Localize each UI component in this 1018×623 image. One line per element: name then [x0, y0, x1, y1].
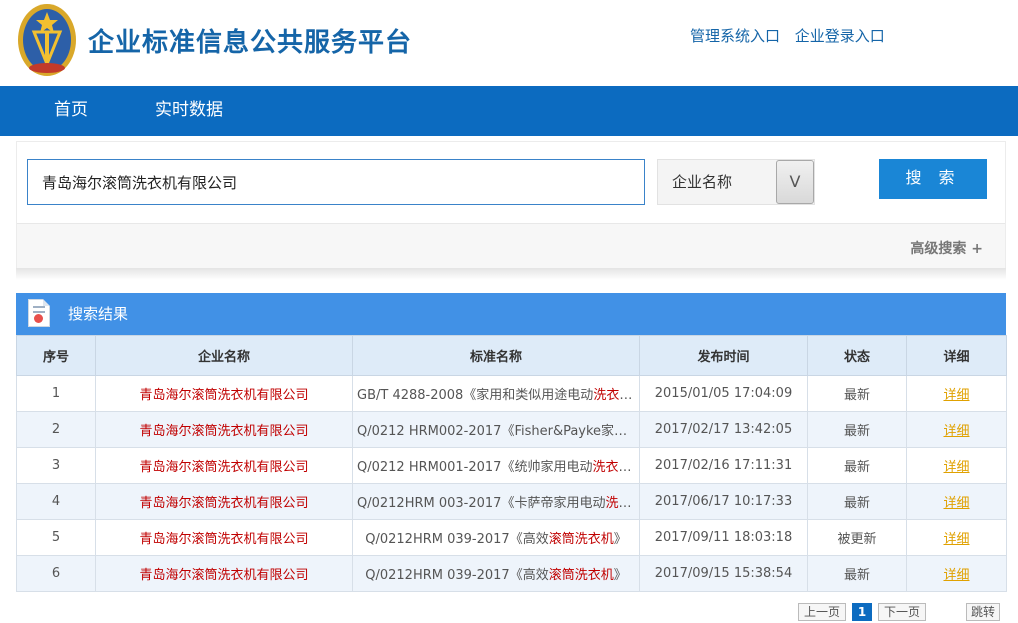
standard-name-highlight: 洗衣机: [593, 388, 633, 403]
standard-name-suffix: 》: [631, 460, 638, 475]
site-title: 企业标准信息公共服务平台: [88, 28, 413, 58]
search-bar: 企业名称 V 搜 索: [17, 142, 1005, 224]
row-publish-time: 2017/02/16 17:11:31: [639, 447, 808, 484]
site-header: 企业标准信息公共服务平台 管理系统入口 企业登录入口: [0, 0, 1018, 86]
search-input[interactable]: [27, 159, 645, 205]
detail-link[interactable]: 详细: [943, 460, 969, 475]
search-field-select[interactable]: 企业名称 V: [657, 159, 815, 205]
row-standard: Q/0212 HRM001-2017《统帅家用电动洗衣机》: [352, 447, 640, 484]
row-index: 2: [16, 411, 96, 448]
row-status: 被更新: [807, 519, 907, 556]
row-detail-cell: 详细: [906, 555, 1007, 592]
search-button[interactable]: 搜 索: [879, 159, 987, 199]
standard-name-highlight: 洗衣机: [592, 460, 632, 475]
table-row: 2 青岛海尔滚筒洗衣机有限公司 Q/0212 HRM002-2017《Fisher&…: [16, 411, 1007, 448]
table-row: 4 青岛海尔滚筒洗衣机有限公司 Q/0212HRM 003-2017《卡萨帝家用电动…: [16, 483, 1007, 520]
row-publish-time: 2017/06/17 10:17:33: [639, 483, 808, 520]
row-publish-time: 2017/09/11 18:03:18: [639, 519, 808, 556]
results-title: 搜索结果: [68, 305, 129, 323]
search-field-value: 企业名称: [672, 173, 733, 191]
document-icon: [28, 299, 50, 327]
row-status: 最新: [807, 447, 907, 484]
row-index: 6: [16, 555, 96, 592]
results-body: 1 青岛海尔滚筒洗衣机有限公司 GB/T 4288-2008《家用和类似用途电动洗衣…: [16, 375, 1007, 592]
standard-name-text: Q/0212HRM 039-2017《高效: [365, 568, 549, 583]
detail-link[interactable]: 详细: [943, 532, 969, 547]
nav-item-realtime-data[interactable]: 实时数据: [155, 86, 223, 136]
results-table: 序号 企业名称 标准名称 发布时间 状态 详细 1 青岛海尔滚筒洗衣机有限公司 GB…: [16, 335, 1007, 592]
row-company: 青岛海尔滚筒洗衣机有限公司: [95, 519, 353, 556]
column-header-status: 状态: [807, 335, 907, 376]
row-publish-time: 2017/09/15 15:38:54: [639, 555, 808, 592]
detail-link[interactable]: 详细: [943, 388, 969, 403]
table-row: 5 青岛海尔滚筒洗衣机有限公司 Q/0212HRM 039-2017《高效滚筒洗衣机…: [16, 519, 1007, 556]
column-header-standard: 标准名称: [352, 335, 640, 376]
row-index: 3: [16, 447, 96, 484]
row-company: 青岛海尔滚筒洗衣机有限公司: [95, 555, 353, 592]
standard-name-suffix: 》: [613, 568, 627, 583]
search-panel: 企业名称 V 搜 索 高级搜索 +: [16, 141, 1006, 269]
column-header-publish-time: 发布时间: [639, 335, 808, 376]
column-header-company: 企业名称: [95, 335, 353, 376]
standard-name-text: Q/0212 HRM002-2017《Fisher&Payke家用电动: [357, 424, 640, 439]
standard-name-suffix: 》: [632, 388, 638, 403]
row-standard: Q/0212 HRM002-2017《Fisher&Payke家用电动洗…: [352, 411, 640, 448]
main-nav: 首页 实时数据: [0, 86, 1018, 136]
standard-name-text: GB/T 4288-2008《家用和类似用途电动: [357, 388, 594, 403]
top-links: 管理系统入口 企业登录入口: [690, 25, 895, 46]
row-standard: Q/0212HRM 003-2017《卡萨帝家用电动洗衣机》: [352, 483, 640, 520]
row-detail-cell: 详细: [906, 375, 1007, 412]
standard-name-text: Q/0212HRM 003-2017《卡萨帝家用电动: [357, 496, 606, 511]
row-publish-time: 2015/01/05 17:04:09: [639, 375, 808, 412]
column-header-detail: 详细: [906, 335, 1007, 376]
standard-name-text: Q/0212 HRM001-2017《统帅家用电动: [357, 460, 593, 475]
table-header-row: 序号 企业名称 标准名称 发布时间 状态 详细: [16, 335, 1007, 376]
row-status: 最新: [807, 375, 907, 412]
row-status: 最新: [807, 411, 907, 448]
prev-page-button[interactable]: 上一页: [798, 603, 846, 621]
column-header-index: 序号: [16, 335, 96, 376]
standard-name-highlight: 洗衣机: [605, 496, 638, 511]
enterprise-login-link[interactable]: 企业登录入口: [795, 27, 885, 45]
chevron-down-icon[interactable]: V: [776, 160, 814, 204]
row-company: 青岛海尔滚筒洗衣机有限公司: [95, 447, 353, 484]
row-company: 青岛海尔滚筒洗衣机有限公司: [95, 375, 353, 412]
row-status: 最新: [807, 483, 907, 520]
detail-link[interactable]: 详细: [943, 424, 969, 439]
page-number-current[interactable]: 1: [852, 603, 872, 621]
row-detail-cell: 详细: [906, 447, 1007, 484]
row-detail-cell: 详细: [906, 411, 1007, 448]
standard-name-text: Q/0212HRM 039-2017《高效: [365, 532, 549, 547]
jump-page-button[interactable]: 跳转: [966, 603, 1000, 621]
row-publish-time: 2017/02/17 13:42:05: [639, 411, 808, 448]
detail-link[interactable]: 详细: [943, 496, 969, 511]
row-index: 4: [16, 483, 96, 520]
row-detail-cell: 详细: [906, 483, 1007, 520]
national-emblem-logo: [18, 4, 76, 76]
next-page-button[interactable]: 下一页: [878, 603, 926, 621]
pagination: 上一页 1 下一页 跳转: [0, 603, 1018, 623]
row-status: 最新: [807, 555, 907, 592]
panel-divider: [16, 268, 1006, 280]
row-index: 5: [16, 519, 96, 556]
row-index: 1: [16, 375, 96, 412]
detail-link[interactable]: 详细: [943, 568, 969, 583]
row-standard: GB/T 4288-2008《家用和类似用途电动洗衣机》: [352, 375, 640, 412]
results-header: 搜索结果: [16, 293, 1006, 335]
nav-item-home[interactable]: 首页: [54, 86, 88, 136]
row-standard: Q/0212HRM 039-2017《高效滚筒洗衣机》: [352, 555, 640, 592]
standard-name-suffix: 》: [613, 532, 627, 547]
table-row: 3 青岛海尔滚筒洗衣机有限公司 Q/0212 HRM001-2017《统帅家用电动洗…: [16, 447, 1007, 484]
row-detail-cell: 详细: [906, 519, 1007, 556]
table-row: 6 青岛海尔滚筒洗衣机有限公司 Q/0212HRM 039-2017《高效滚筒洗衣机…: [16, 555, 1007, 592]
table-row: 1 青岛海尔滚筒洗衣机有限公司 GB/T 4288-2008《家用和类似用途电动洗衣…: [16, 375, 1007, 412]
standard-name-highlight: 滚筒洗衣机: [548, 532, 614, 547]
standard-name-highlight: 滚筒洗衣机: [548, 568, 614, 583]
row-company: 青岛海尔滚筒洗衣机有限公司: [95, 411, 353, 448]
advanced-search-toggle[interactable]: 高级搜索 +: [910, 238, 983, 258]
row-standard: Q/0212HRM 039-2017《高效滚筒洗衣机》: [352, 519, 640, 556]
admin-system-link[interactable]: 管理系统入口: [690, 27, 780, 45]
row-company: 青岛海尔滚筒洗衣机有限公司: [95, 483, 353, 520]
